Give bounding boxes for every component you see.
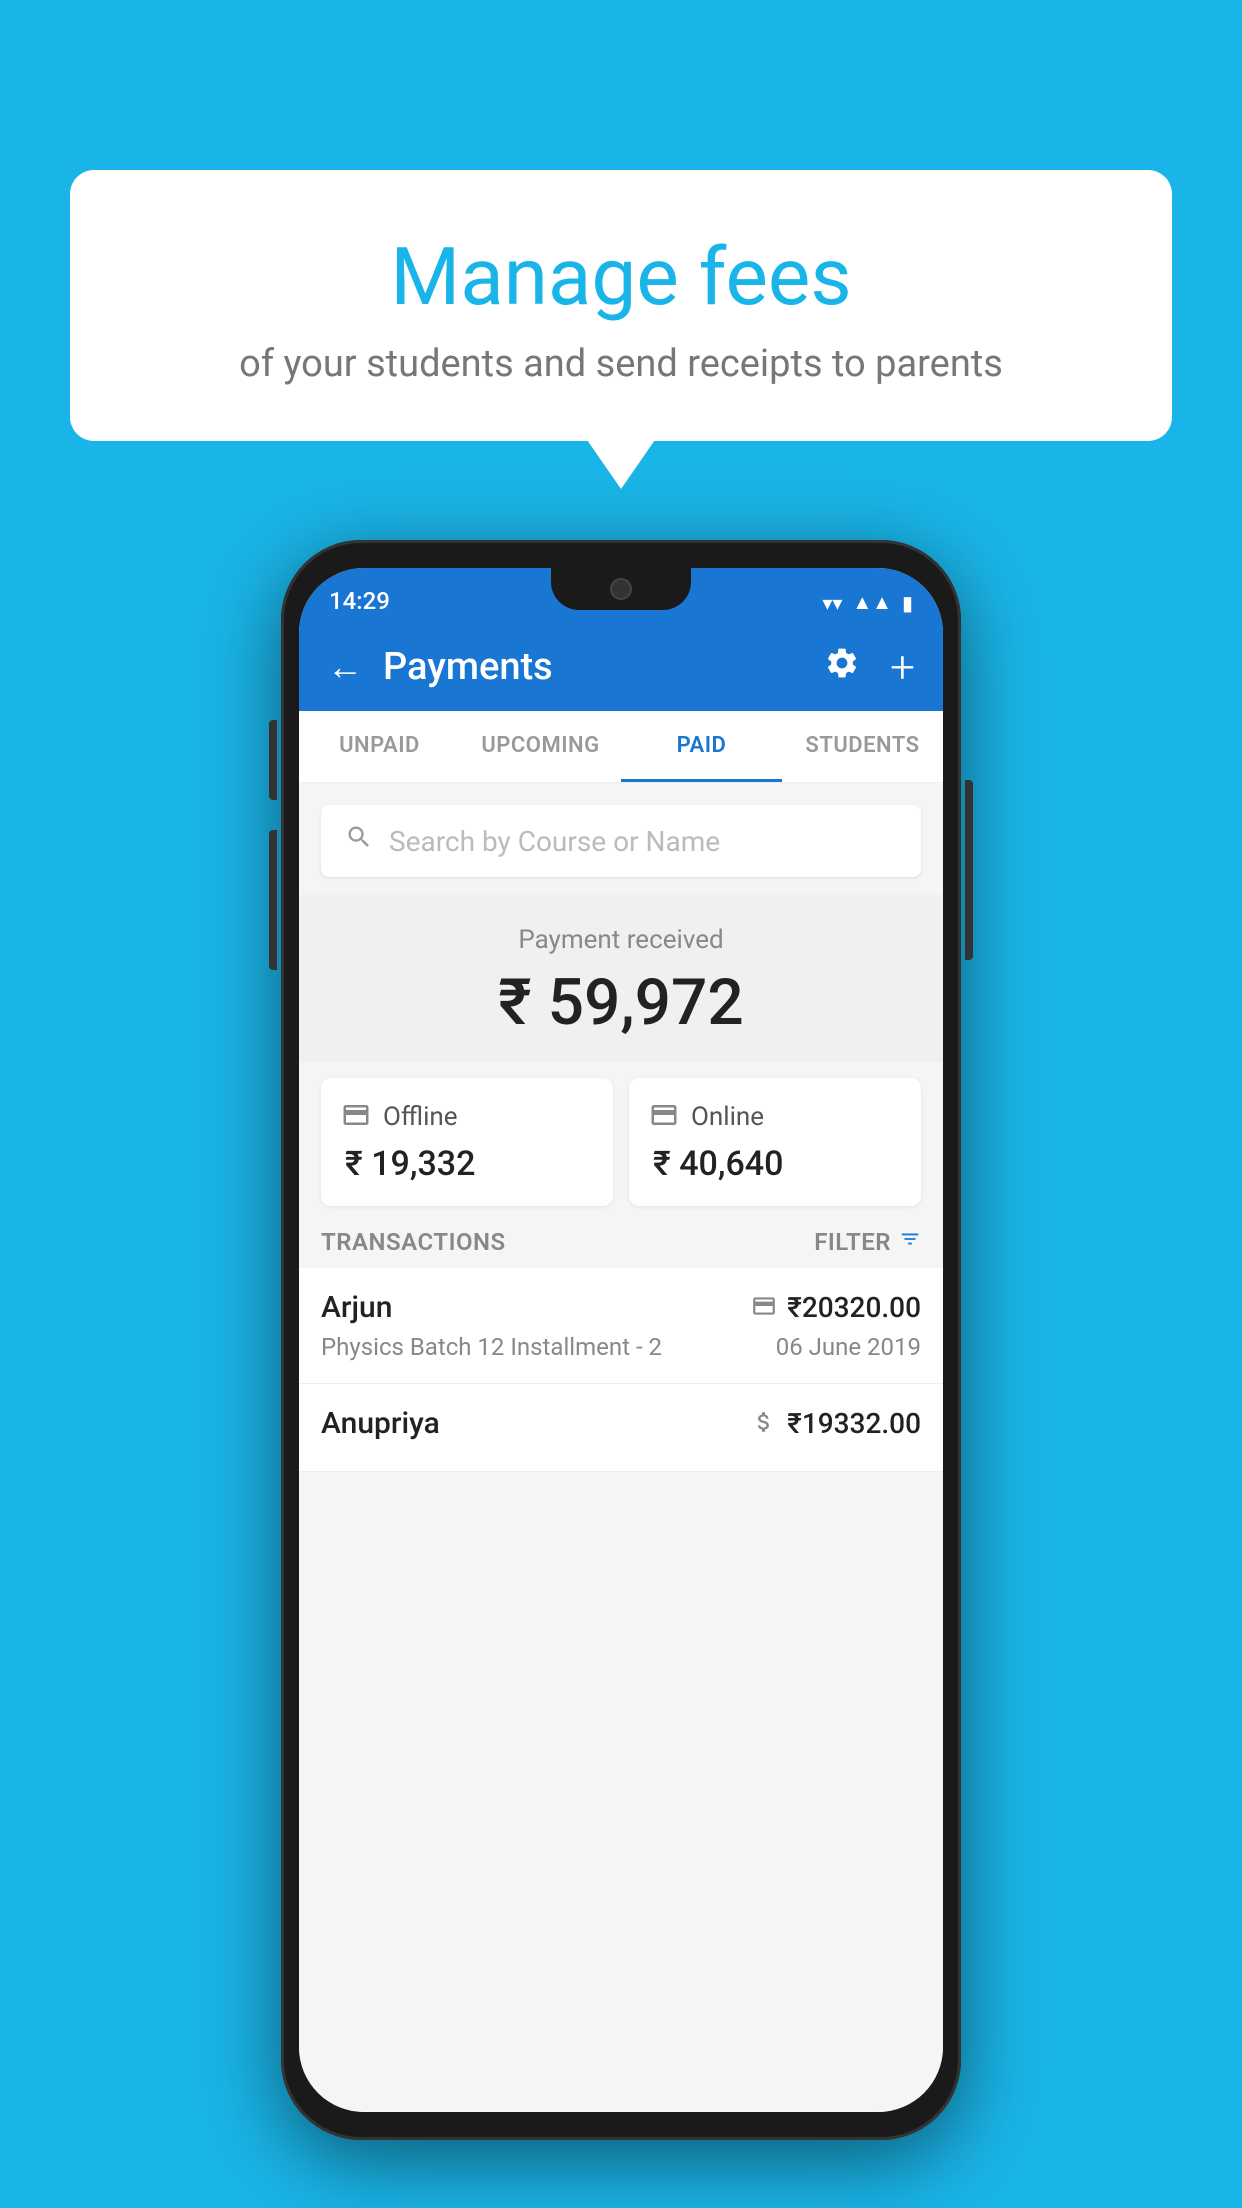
back-button[interactable]: ← [327, 646, 363, 688]
payment-cards: Offline ₹ 19,332 Online ₹ 40,640 [321, 1078, 921, 1206]
offline-card-header: Offline [341, 1100, 593, 1134]
volume-up-button [269, 720, 277, 800]
power-button [965, 780, 973, 960]
transaction-date: 06 June 2019 [776, 1333, 921, 1361]
transaction-amount-container-2: ₹19332.00 [751, 1407, 921, 1440]
tab-upcoming[interactable]: UPCOMING [460, 711, 621, 782]
speech-bubble-subtitle: of your students and send receipts to pa… [120, 342, 1122, 386]
phone-screen: 14:29 ▾▾ ▲▲ ▮ ← Payments + UNPAID [299, 568, 943, 2112]
transaction-course: Physics Batch 12 Installment - 2 [321, 1333, 662, 1361]
tab-paid[interactable]: PAID [621, 711, 782, 782]
transaction-row-bottom: Physics Batch 12 Installment - 2 06 June… [321, 1333, 921, 1361]
transaction-amount-container: ₹20320.00 [751, 1291, 921, 1324]
transaction-row-top-2: Anupriya ₹19332.00 [321, 1406, 921, 1441]
content-area: Search by Course or Name Payment receive… [299, 783, 943, 2112]
offline-transaction-icon [751, 1409, 777, 1439]
filter-label: FILTER [814, 1228, 891, 1256]
payment-received-amount: ₹ 59,972 [319, 965, 923, 1040]
tabs-container: UNPAID UPCOMING PAID STUDENTS [299, 711, 943, 783]
online-payment-icon [649, 1100, 679, 1134]
search-bar[interactable]: Search by Course or Name [321, 805, 921, 877]
payment-received-section: Payment received ₹ 59,972 [299, 895, 943, 1062]
payment-received-label: Payment received [319, 925, 923, 955]
transaction-row-top: Arjun ₹20320.00 [321, 1290, 921, 1325]
signal-icon: ▲▲ [852, 590, 892, 615]
add-button[interactable]: + [890, 641, 915, 693]
offline-card-amount: ₹ 19,332 [341, 1144, 593, 1184]
transaction-amount-2: ₹19332.00 [787, 1407, 921, 1440]
transaction-name: Arjun [321, 1290, 392, 1325]
offline-card-label: Offline [383, 1102, 458, 1132]
volume-down-button [269, 830, 277, 970]
phone-container: 14:29 ▾▾ ▲▲ ▮ ← Payments + UNPAID [281, 540, 961, 2140]
transactions-label: TRANSACTIONS [321, 1228, 506, 1256]
speech-bubble-title: Manage fees [120, 230, 1122, 324]
front-camera [610, 578, 632, 600]
online-card-amount: ₹ 40,640 [649, 1144, 901, 1184]
status-icons: ▾▾ ▲▲ ▮ [822, 590, 913, 615]
wifi-icon: ▾▾ [822, 591, 842, 615]
transactions-header: TRANSACTIONS FILTER [299, 1206, 943, 1268]
offline-payment-card: Offline ₹ 19,332 [321, 1078, 613, 1206]
notch [551, 568, 691, 610]
app-bar: ← Payments + [299, 623, 943, 711]
transaction-name-2: Anupriya [321, 1406, 440, 1441]
online-card-label: Online [691, 1102, 764, 1132]
online-card-header: Online [649, 1100, 901, 1134]
status-time: 14:29 [329, 587, 390, 615]
filter-button[interactable]: FILTER [814, 1228, 921, 1256]
app-bar-title: Payments [383, 645, 824, 689]
search-placeholder: Search by Course or Name [389, 825, 720, 858]
online-transaction-icon [751, 1293, 777, 1323]
speech-bubble: Manage fees of your students and send re… [70, 170, 1172, 441]
filter-icon [899, 1228, 921, 1256]
tab-unpaid[interactable]: UNPAID [299, 711, 460, 782]
transaction-item[interactable]: Arjun ₹20320.00 Physics Batch 12 Install… [299, 1268, 943, 1384]
tab-students[interactable]: STUDENTS [782, 711, 943, 782]
search-icon [345, 823, 373, 859]
settings-icon[interactable] [824, 645, 860, 690]
online-payment-card: Online ₹ 40,640 [629, 1078, 921, 1206]
transaction-item-2[interactable]: Anupriya ₹19332.00 [299, 1384, 943, 1472]
offline-payment-icon [341, 1100, 371, 1134]
transaction-amount: ₹20320.00 [787, 1291, 921, 1324]
battery-icon: ▮ [902, 591, 913, 615]
